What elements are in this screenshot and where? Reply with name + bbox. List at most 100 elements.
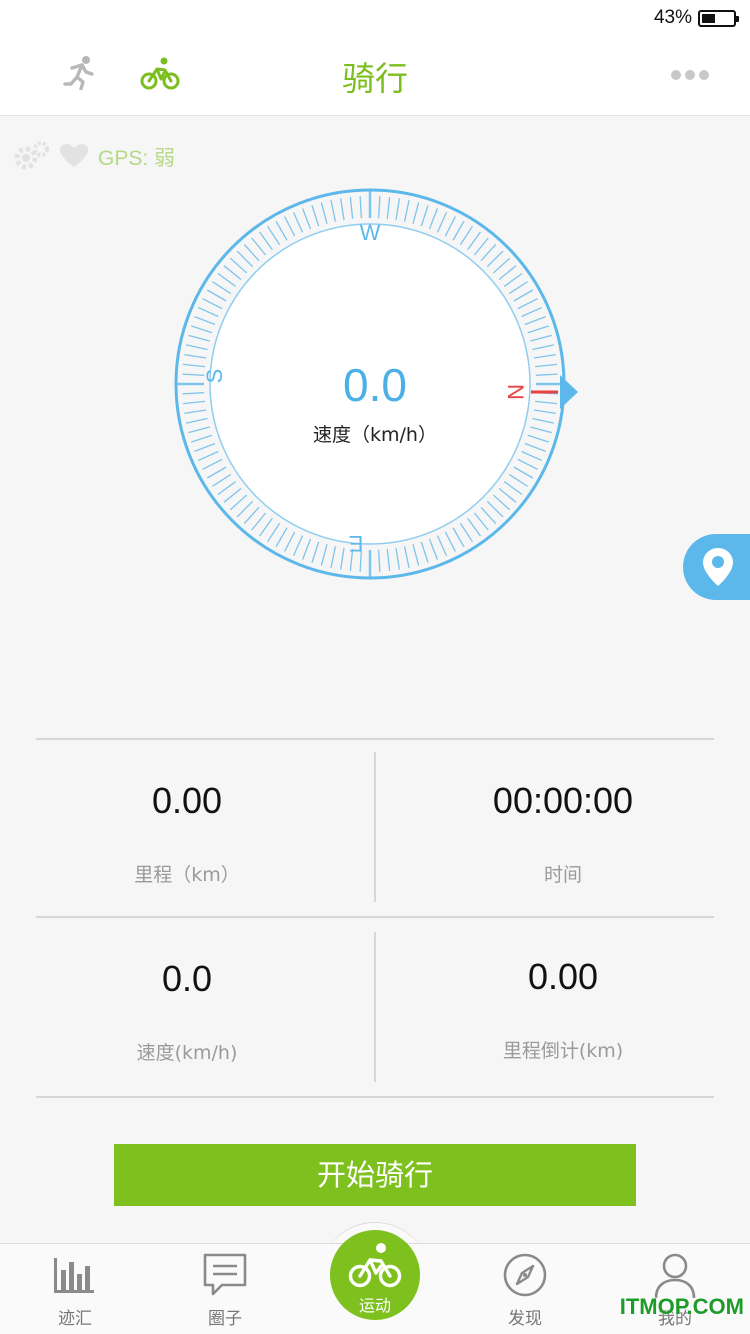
tab-circle[interactable]: 圈子 <box>150 1244 300 1334</box>
tab-discover-label: 发现 <box>508 1309 542 1329</box>
compass-tick <box>486 500 504 518</box>
compass-label-bottom: E <box>349 531 364 556</box>
stats-divider-vertical-top <box>374 752 376 902</box>
compass-tick <box>211 473 232 487</box>
tab-me[interactable]: 我的 <box>600 1244 750 1334</box>
compass-tick <box>513 466 534 479</box>
time-value: 00:00:00 <box>492 780 634 821</box>
compass-tick <box>258 517 273 537</box>
compass-tick <box>251 512 267 531</box>
nav-bar: 骑行 <box>0 38 750 116</box>
battery-icon <box>698 10 739 27</box>
distance-label: 里程（km） <box>134 864 240 886</box>
compass-tick <box>349 196 354 219</box>
location-button[interactable] <box>683 534 750 600</box>
avg-speed-value: 0.0 <box>161 958 213 999</box>
tab-discover[interactable]: 发现 <box>450 1244 600 1334</box>
compass-tick <box>330 546 337 569</box>
compass-tick <box>420 541 429 563</box>
compass-tick <box>492 257 511 274</box>
compass-tick <box>211 281 232 295</box>
compass-tick <box>217 272 237 287</box>
compass-tick <box>236 500 254 518</box>
compass-tick <box>386 549 391 572</box>
compass-tick <box>530 334 552 342</box>
compass-tick <box>223 265 242 281</box>
current-speed-label: 速度（km/h） <box>313 424 437 446</box>
compass-tick <box>339 198 345 221</box>
compass-tick <box>517 298 538 310</box>
compass-tick <box>452 220 465 241</box>
compass-tick <box>267 522 281 543</box>
compass-tick <box>275 527 288 548</box>
compass-tick <box>330 199 337 222</box>
page-title: 骑行 <box>342 59 408 98</box>
tab-sport[interactable]: 运动 <box>330 1230 420 1320</box>
compass-tick <box>223 487 242 503</box>
compass-tick <box>517 458 538 470</box>
compass-tick <box>459 522 473 543</box>
compass-tick <box>185 344 208 351</box>
compass-tick <box>498 265 517 281</box>
compass-tick <box>527 325 549 334</box>
time-label: 时间 <box>543 864 582 886</box>
compass-tick <box>403 546 410 569</box>
stats-divider-top <box>36 738 714 740</box>
compass-tick <box>513 289 534 302</box>
distance-countdown-label: 里程倒计(km) <box>502 1040 624 1062</box>
compass-tick <box>508 473 529 487</box>
compass-tick <box>412 544 420 566</box>
bicycle-icon <box>348 1243 402 1288</box>
compass-tick <box>508 281 529 295</box>
current-speed-value: 0.0 <box>343 359 407 411</box>
compass-tick <box>197 450 219 462</box>
compass-tick <box>302 538 312 560</box>
compass-tick <box>202 458 223 470</box>
compass-tick <box>217 481 237 496</box>
avg-speed-label: 速度(km/h) <box>136 1042 238 1064</box>
compass-tick <box>320 544 328 566</box>
compass-tick <box>378 549 381 572</box>
compass-tick <box>359 196 362 219</box>
compass-tick <box>428 538 438 560</box>
compass-tick <box>311 205 320 227</box>
compass-tick <box>498 487 517 503</box>
compass-tick <box>467 231 482 251</box>
user-icon <box>654 1253 696 1299</box>
compass-tick <box>339 547 345 570</box>
compass-tick <box>206 289 227 302</box>
bar-chart-icon <box>54 1258 94 1293</box>
compass-tick <box>436 535 448 557</box>
compass-tick <box>444 216 456 237</box>
tab-trails[interactable]: 迹汇 <box>0 1244 150 1334</box>
status-bar: 43% <box>0 0 750 38</box>
gear-icon[interactable] <box>14 140 50 176</box>
compass-tick <box>302 208 312 230</box>
battery-percentage: 43% <box>653 7 692 28</box>
compass-tick <box>229 494 248 511</box>
compass-tick <box>284 216 296 237</box>
more-icon[interactable] <box>670 66 710 85</box>
compass-tick <box>243 506 260 525</box>
compass-tick <box>492 494 511 511</box>
heart-icon[interactable] <box>60 144 88 172</box>
compass-tick <box>428 208 438 230</box>
compass-tick <box>524 316 546 326</box>
compass-tick <box>452 527 465 548</box>
compass-tick <box>459 225 473 246</box>
compass-tick <box>251 237 267 256</box>
tab-circle-label: 圈子 <box>208 1309 242 1329</box>
compass-tick <box>194 316 216 326</box>
compass-tick <box>191 325 213 334</box>
compass-tick <box>311 541 320 563</box>
compass-tick <box>292 535 304 557</box>
compass-tick <box>292 211 304 233</box>
start-ride-button[interactable]: 开始骑行 <box>114 1144 636 1206</box>
compass-tick <box>320 202 328 224</box>
compass-icon <box>503 1253 547 1297</box>
compass-tick <box>284 531 296 552</box>
compass-tick <box>420 205 429 227</box>
compass-tick <box>275 220 288 241</box>
compass-tick <box>403 199 410 222</box>
compass-tick <box>521 306 543 318</box>
